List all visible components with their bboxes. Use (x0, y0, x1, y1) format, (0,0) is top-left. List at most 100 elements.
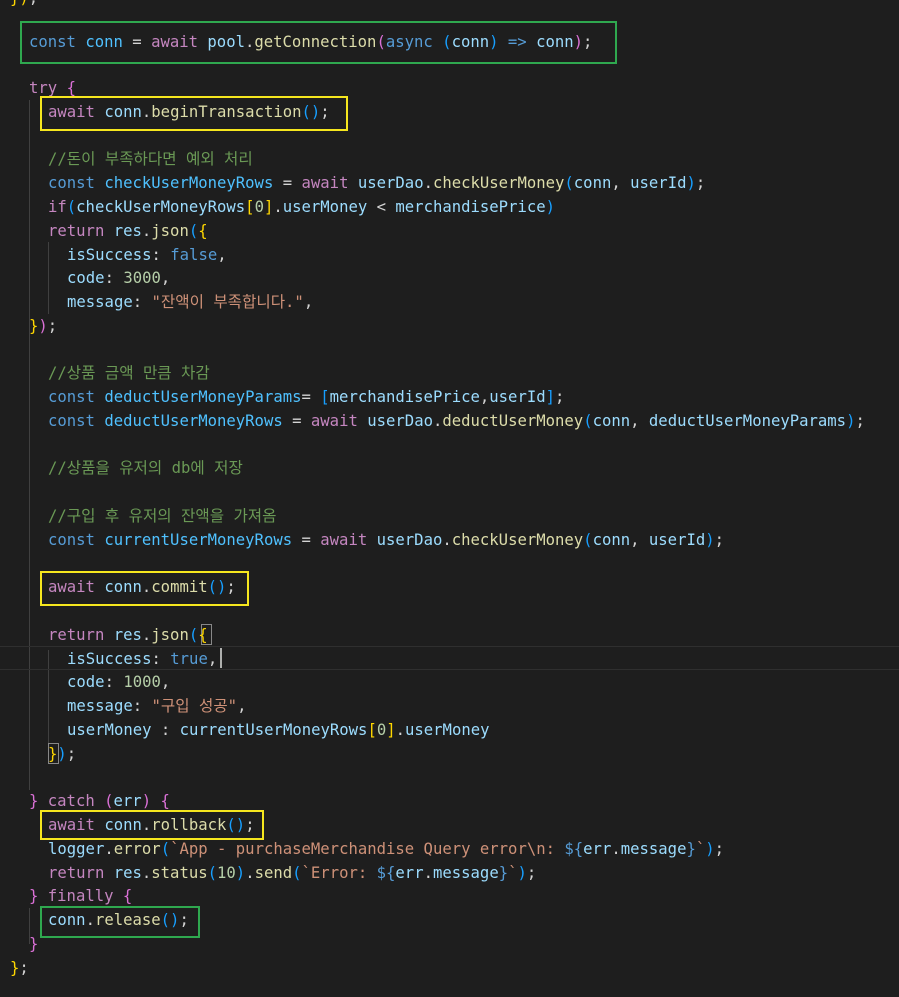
code-token: . (104, 840, 114, 858)
code-line[interactable]: //구입 후 유저의 잔액을 가져옴 (48, 504, 899, 528)
code-line[interactable]: } finally { (29, 884, 899, 908)
code-line[interactable]: code: 3000, (67, 266, 899, 290)
code-line[interactable]: if(checkUserMoneyRows[0].userMoney < mer… (48, 195, 899, 219)
code-line[interactable]: }); (10, 0, 899, 10)
code-token: userDao (367, 412, 433, 430)
code-token: ` (695, 840, 706, 858)
code-line[interactable]: const deductUserMoneyParams= [merchandis… (48, 385, 899, 409)
code-token: userMoney (282, 198, 368, 216)
code-token: async (385, 33, 443, 51)
code-line[interactable]: message: "잔액이 부족합니다.", (67, 290, 899, 314)
code-line[interactable]: userMoney : currentUserMoneyRows[0].user… (67, 718, 899, 742)
code-token: userId (489, 388, 546, 406)
code-line[interactable] (48, 480, 899, 504)
code-token: . (141, 222, 152, 240)
code-token: isSuccess (67, 650, 152, 668)
code-token: pool (207, 33, 245, 51)
code-line[interactable]: await conn.beginTransaction(); (48, 100, 899, 124)
code-token: currentUserMoneyRows (179, 721, 368, 739)
code-token: ) (38, 317, 48, 335)
code-line[interactable]: return res.status(10).send(`Error: ${err… (48, 861, 899, 885)
code-line[interactable]: await conn.rollback(); (48, 813, 899, 837)
code-line[interactable]: return res.json({ (48, 219, 899, 243)
code-token: const (48, 388, 105, 406)
code-token: userId (630, 174, 687, 192)
code-token: ) (235, 864, 246, 882)
code-line[interactable] (48, 552, 899, 576)
code-token: : (104, 673, 124, 691)
code-line[interactable]: message: "구입 성공", (67, 694, 899, 718)
code-line[interactable]: conn.release(); (48, 908, 899, 932)
code-token: ( (104, 792, 114, 810)
code-token: : (151, 650, 171, 668)
code-line[interactable] (48, 599, 899, 623)
code-token: : (151, 246, 171, 264)
code-token: return (48, 222, 114, 240)
code-line[interactable]: try { (29, 76, 899, 100)
code-token: ] (386, 721, 396, 739)
code-line[interactable]: const deductUserMoneyRows = await userDa… (48, 409, 899, 433)
code-token: conn (592, 531, 631, 549)
code-token: , (630, 531, 649, 549)
code-line[interactable]: await conn.commit(); (48, 575, 899, 599)
code-token: = (292, 531, 321, 549)
code-line[interactable] (48, 124, 899, 148)
code-line[interactable]: }; (10, 956, 899, 980)
code-token: } (29, 887, 48, 905)
code-token: checkUserMoney (432, 174, 565, 192)
code-token: { (66, 79, 76, 97)
code-line[interactable]: //돈이 부족하다면 예외 처리 (48, 147, 899, 171)
code-token: . (611, 840, 621, 858)
code-token: merchandisePrice (395, 198, 546, 216)
code-token: ${ (376, 864, 396, 882)
code-token: ; (19, 959, 29, 977)
code-token: . (141, 816, 152, 834)
code-line[interactable]: const checkUserMoneyRows = await userDao… (48, 171, 899, 195)
code-token: //상품 금액 만큼 차감 (48, 364, 210, 382)
code-token: isSuccess (67, 246, 152, 264)
code-token: : (132, 293, 152, 311)
code-line[interactable] (29, 338, 899, 362)
code-token: checkUserMoneyRows (76, 198, 246, 216)
code-token: , (217, 246, 227, 264)
code-token: 1000 (123, 673, 161, 691)
code-line[interactable] (29, 766, 899, 790)
code-token: deductUserMoney (442, 412, 584, 430)
code-line[interactable]: isSuccess: true, (67, 647, 899, 671)
code-token: ) (705, 840, 715, 858)
code-line[interactable]: } (29, 932, 899, 956)
code-token: . (141, 578, 152, 596)
code-token: : (132, 697, 152, 715)
code-token: `Error: (301, 864, 377, 882)
code-token: await (48, 103, 105, 121)
code-token: commit (151, 578, 208, 596)
code-token: await (48, 816, 105, 834)
code-token: ) (517, 864, 527, 882)
code-token: () (301, 103, 321, 121)
code-token: . (273, 198, 283, 216)
code-token: ; (714, 531, 725, 549)
code-token: try (29, 79, 67, 97)
code-line[interactable]: //상품을 유저의 db에 저장 (48, 456, 899, 480)
code-line[interactable]: logger.error(`App - purchaseMerchandise … (48, 837, 899, 861)
code-line[interactable]: } catch (err) { (29, 789, 899, 813)
code-line[interactable] (48, 433, 899, 457)
code-token: const (48, 174, 105, 192)
code-line[interactable]: return res.json({ (48, 623, 899, 647)
code-token: message (620, 840, 687, 858)
code-token: } (10, 959, 20, 977)
code-editor[interactable]: }); const conn = await pool.getConnection… (0, 0, 899, 997)
code-token: const (48, 531, 105, 549)
code-token: conn (85, 33, 123, 51)
code-line[interactable]: }); (29, 314, 899, 338)
code-line[interactable]: const conn = await pool.getConnection(as… (29, 30, 899, 54)
code-token: . (432, 412, 443, 430)
code-line[interactable]: //상품 금액 만큼 차감 (48, 361, 899, 385)
code-token: const (29, 33, 86, 51)
code-token: , (237, 697, 247, 715)
code-token: send (254, 864, 293, 882)
code-line[interactable]: const currentUserMoneyRows = await userD… (48, 528, 899, 552)
code-line[interactable]: code: 1000, (67, 670, 899, 694)
code-line[interactable]: isSuccess: false, (67, 243, 899, 267)
code-line[interactable]: }); (48, 742, 899, 766)
